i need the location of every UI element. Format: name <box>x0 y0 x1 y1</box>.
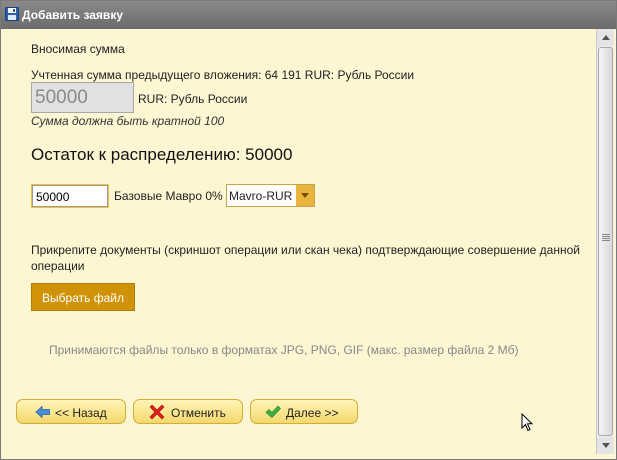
next-button-label: Далее >> <box>286 406 339 420</box>
vertical-scrollbar[interactable] <box>596 29 614 454</box>
window-bottom-edge <box>1 454 616 459</box>
scroll-down-button[interactable] <box>597 437 614 454</box>
chevron-down-icon <box>301 193 309 198</box>
arrow-left-icon <box>35 405 50 419</box>
file-formats-note: Принимаются файлы только в форматах JPG,… <box>49 343 519 357</box>
chevron-up-icon <box>602 35 610 40</box>
chevron-down-icon <box>602 443 610 448</box>
mavro-select-value: Mavro-RUR <box>229 189 293 203</box>
titlebar[interactable]: Добавить заявку <box>1 1 616 29</box>
distribution-amount-input[interactable]: 50000 <box>32 185 108 207</box>
save-disk-icon <box>5 7 19 21</box>
distribution-label: Базовые Мавро 0% <box>114 189 223 203</box>
amount-input: 50000 <box>31 82 134 113</box>
form-content: Вносимая сумма Учтенная сумма предыдущег… <box>9 29 596 454</box>
mavro-type-select[interactable]: Mavro-RUR <box>226 184 315 207</box>
amount-currency-label: RUR: Рубль России <box>138 92 248 106</box>
attachment-instruction: Прикрепите документы (скриншот операции … <box>31 243 580 273</box>
cancel-button-label: Отменить <box>171 406 226 420</box>
window-title: Добавить заявку <box>22 8 123 22</box>
back-button-label: << Назад <box>55 406 107 420</box>
back-button[interactable]: << Назад <box>16 399 126 424</box>
select-dropdown-button[interactable] <box>296 185 314 206</box>
red-x-icon <box>149 404 165 420</box>
amount-label: Вносимая сумма <box>31 42 125 56</box>
cancel-button[interactable]: Отменить <box>133 399 243 424</box>
dialog-window: Добавить заявку Вносимая сумма Учтенная … <box>0 0 617 460</box>
next-button[interactable]: Далее >> <box>250 399 358 424</box>
mouse-pointer-icon <box>521 413 534 432</box>
grip-icon <box>602 234 610 235</box>
green-check-icon <box>265 405 281 418</box>
previous-investment-text: Учтенная сумма предыдущего вложения: 64 … <box>31 68 415 82</box>
multiple-hint: Сумма должна быть кратной 100 <box>31 114 225 128</box>
choose-file-button[interactable]: Выбрать файл <box>31 283 135 311</box>
scroll-thumb[interactable] <box>598 47 613 436</box>
scroll-up-button[interactable] <box>597 29 614 46</box>
remainder-heading: Остаток к распределению: 50000 <box>31 145 293 164</box>
